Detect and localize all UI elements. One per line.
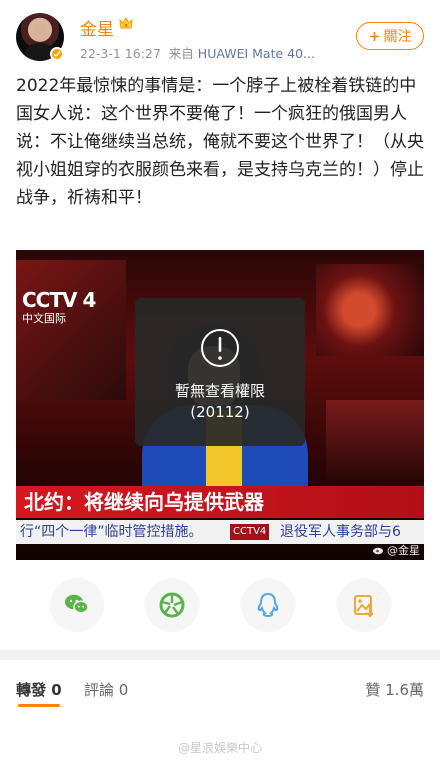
share-row bbox=[0, 578, 440, 634]
watermark-text: @金星 bbox=[387, 544, 420, 557]
studio-screen-right-top bbox=[316, 264, 424, 356]
share-qq-button[interactable] bbox=[241, 578, 295, 632]
post-tabs: 轉發 0 評論 0 贊 1.6萬 bbox=[0, 670, 440, 710]
qq-icon bbox=[257, 592, 279, 618]
weibo-logo-icon bbox=[373, 547, 383, 555]
studio-screen-right-bottom bbox=[326, 400, 424, 480]
comment-label: 評論 bbox=[84, 681, 115, 699]
ticker-channel-badge: CCTV4 bbox=[230, 524, 270, 540]
crown-icon bbox=[119, 17, 133, 29]
channel-subtitle: 中文国际 bbox=[22, 312, 66, 325]
permission-denied-overlay: 暫無查看權限 (20112) bbox=[135, 298, 305, 446]
ticker-right-text: 退役军人事务部与6 bbox=[280, 524, 401, 540]
save-image-button[interactable] bbox=[337, 578, 391, 632]
post-text: 2022年最惊悚的事情是：一个脖子上被栓着铁链的中国女人说：这个世界不要俺了！一… bbox=[16, 76, 424, 208]
tab-likes[interactable]: 贊 1.6萬 bbox=[365, 679, 424, 700]
ticker-left-text: 行“四个一律”临时管控措施。 bbox=[20, 524, 203, 540]
alert-icon bbox=[201, 329, 239, 367]
repost-count: 0 bbox=[51, 681, 62, 699]
avatar-face bbox=[33, 22, 47, 40]
source-prefix: 来自 bbox=[168, 46, 194, 61]
post-header: 金星 22-3-1 16:27 来自 HUAWEI Mate 40... 關注 bbox=[0, 0, 440, 70]
plus-icon bbox=[369, 31, 379, 41]
user-name[interactable]: 金星 bbox=[80, 15, 114, 40]
news-ticker: 行“四个一律”临时管控措施。 CCTV4 退役军人事务部与6 bbox=[16, 520, 424, 544]
moments-icon bbox=[159, 592, 185, 618]
permission-message: 暫無查看權限 bbox=[174, 382, 265, 400]
tab-reposts[interactable]: 轉發 0 bbox=[16, 679, 62, 700]
cctv4-logo: CCTV 4 中文国际 bbox=[16, 286, 101, 328]
post-meta: 22-3-1 16:27 来自 HUAWEI Mate 40... bbox=[80, 43, 330, 62]
media-watermark: @金星 bbox=[372, 542, 420, 558]
share-wechat-button[interactable] bbox=[50, 578, 104, 632]
comment-count: 0 bbox=[118, 681, 129, 699]
save-image-icon bbox=[354, 595, 374, 618]
verified-badge-icon bbox=[50, 47, 64, 61]
device-name: HUAWEI Mate 40... bbox=[197, 46, 315, 61]
share-moments-button[interactable] bbox=[145, 578, 199, 632]
like-label: 贊 bbox=[365, 681, 381, 699]
news-headline: 北约：将继续向乌提供武器 bbox=[16, 486, 424, 518]
timestamp: 22-3-1 16:27 bbox=[80, 46, 161, 61]
active-tab-indicator bbox=[18, 704, 60, 707]
studio-screen-left bbox=[16, 260, 126, 400]
follow-label: 關注 bbox=[383, 29, 412, 45]
section-divider bbox=[0, 650, 440, 660]
tab-comments[interactable]: 評論 0 bbox=[84, 679, 128, 700]
wechat-icon bbox=[65, 594, 89, 614]
follow-button[interactable]: 關注 bbox=[356, 22, 424, 50]
footer-watermark: @星浪娛樂中心 bbox=[177, 741, 262, 755]
error-code: (20112) bbox=[190, 403, 250, 421]
channel-logo: CCTV 4 bbox=[22, 288, 96, 312]
like-count: 1.6萬 bbox=[385, 681, 424, 699]
repost-label: 轉發 bbox=[16, 681, 47, 699]
